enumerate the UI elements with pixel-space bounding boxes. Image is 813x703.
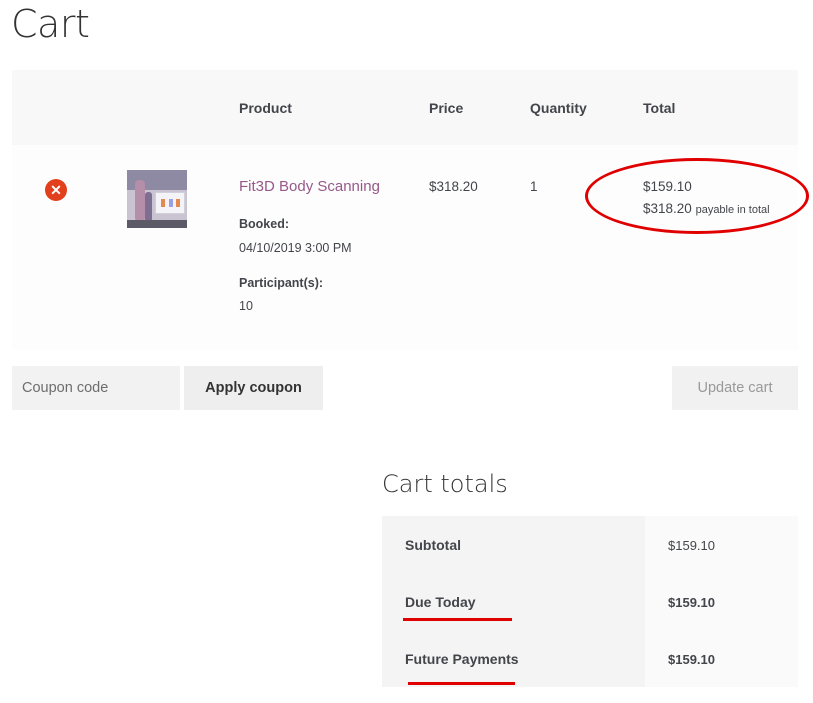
- future-payments-label: Future Payments: [405, 651, 519, 667]
- future-payments-value: $159.10: [668, 652, 715, 667]
- header-product: Product: [239, 100, 292, 116]
- totals-row-subtotal: Subtotal $159.10: [382, 516, 798, 573]
- totals-row-future-payments: Future Payments $159.10: [382, 630, 798, 687]
- page-title: Cart: [11, 2, 90, 46]
- annotation-underline-due-today: [403, 618, 512, 621]
- totals-row-due-today: Due Today $159.10: [382, 573, 798, 630]
- subtotal-value: $159.10: [668, 538, 715, 553]
- item-quantity: 1: [530, 179, 538, 194]
- close-circle-icon: ✕: [50, 182, 62, 198]
- header-total: Total: [643, 100, 676, 116]
- header-price: Price: [429, 100, 464, 116]
- remove-item-button[interactable]: ✕: [45, 179, 67, 201]
- due-today-label: Due Today: [405, 594, 476, 610]
- product-thumbnail[interactable]: [127, 170, 187, 228]
- cart-totals-title: Cart totals: [382, 470, 508, 498]
- subtotal-label: Subtotal: [405, 537, 461, 553]
- booked-label: Booked:: [239, 217, 289, 231]
- coupon-code-input[interactable]: [12, 366, 180, 410]
- header-quantity: Quantity: [530, 100, 587, 116]
- annotation-underline-future-payments: [408, 682, 515, 685]
- apply-coupon-button[interactable]: Apply coupon: [184, 366, 323, 410]
- participants-label: Participant(s):: [239, 276, 324, 290]
- annotation-ellipse: [585, 158, 809, 234]
- item-price: $318.20: [429, 179, 478, 194]
- cart-table-header: Product Price Quantity Total: [12, 70, 798, 145]
- update-cart-button[interactable]: Update cart: [672, 366, 798, 410]
- cart-totals-table: Subtotal $159.10 Due Today $159.10 Futur…: [382, 516, 798, 687]
- due-today-value: $159.10: [668, 595, 715, 610]
- booked-value: 04/10/2019 3:00 PM: [239, 241, 352, 255]
- product-name-link[interactable]: Fit3D Body Scanning: [239, 178, 380, 195]
- participants-value: 10: [239, 299, 253, 313]
